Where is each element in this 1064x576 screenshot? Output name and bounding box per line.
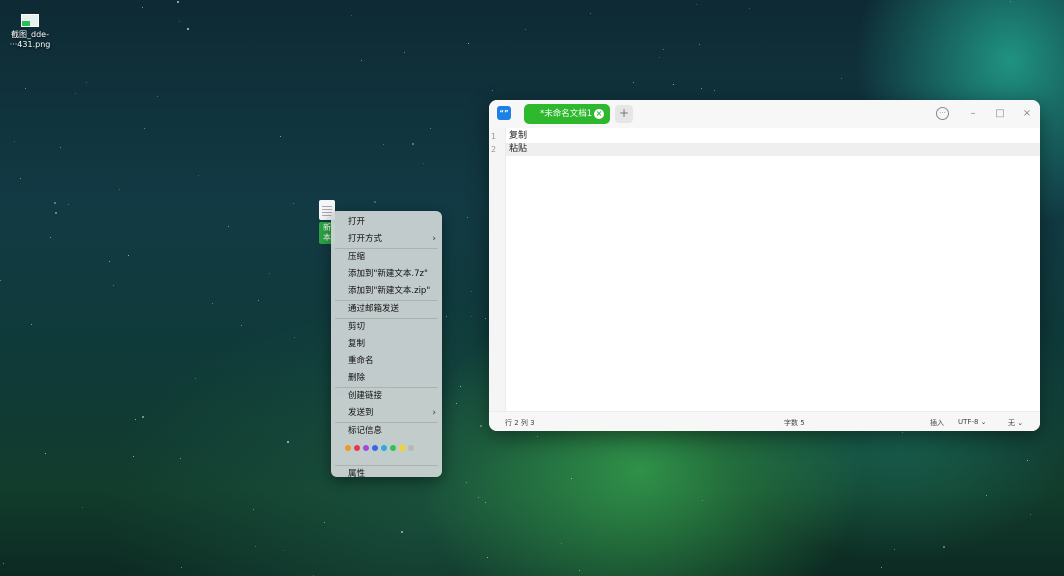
line-number: 2 xyxy=(491,145,497,154)
insert-mode[interactable]: 插入 xyxy=(930,418,944,428)
menu-item-add-to-zip[interactable]: 添加到"新建文本.zip" xyxy=(331,283,442,300)
line-number-gutter: 1 2 xyxy=(489,128,506,411)
menu-item-label: 添加到"新建文本.zip" xyxy=(348,286,431,296)
encoding-label: UTF-8 xyxy=(958,418,979,426)
chevron-down-icon: ⌄ xyxy=(980,418,987,426)
tab-close-icon[interactable]: × xyxy=(594,109,604,119)
tag-color-dot[interactable] xyxy=(390,444,396,451)
tag-color-dot[interactable] xyxy=(354,444,360,451)
tag-color-dot[interactable] xyxy=(345,444,351,451)
titlebar: “” *未命名文档1 × + ··· – □ × xyxy=(489,100,1040,128)
menu-item-label: 发送到 xyxy=(348,408,374,418)
tag-color-dot[interactable] xyxy=(381,444,387,451)
menu-item-rename[interactable]: 重命名 xyxy=(331,353,442,370)
menu-item-label: 压缩 xyxy=(348,252,366,262)
highlight-dropdown[interactable]: 无 ⌄ xyxy=(1008,418,1023,428)
tag-color-row xyxy=(331,440,442,455)
menu-item-label: 属性 xyxy=(348,469,366,479)
image-file-icon xyxy=(21,14,39,27)
menu-item-open[interactable]: 打开 xyxy=(331,214,442,231)
add-tab-button[interactable]: + xyxy=(615,105,633,123)
tab-label: *未命名文档1 xyxy=(540,109,593,119)
menu-item-label: 打开 xyxy=(348,217,366,227)
editor-area[interactable]: 1 2 复制 粘贴 xyxy=(489,128,1040,411)
tag-color-dot[interactable] xyxy=(399,444,405,451)
menu-item-tag-info[interactable]: 标记信息 xyxy=(331,423,442,440)
tag-color-dot[interactable] xyxy=(372,444,378,451)
char-count: 字数 5 xyxy=(784,419,805,427)
chevron-down-icon: ⌄ xyxy=(1017,419,1024,427)
maximize-icon[interactable]: □ xyxy=(992,107,1008,121)
text-editor-window: “” *未命名文档1 × + ··· – □ × 1 2 复制 粘贴 行 2 列… xyxy=(489,100,1040,431)
menu-item-label: 剪切 xyxy=(348,322,366,332)
desktop-file-label-line2: ···431.png xyxy=(9,40,51,49)
menu-item-label: 删除 xyxy=(348,373,366,383)
window-menu-icon[interactable]: ··· xyxy=(936,107,949,120)
tab-untitled-document[interactable]: *未命名文档1 × xyxy=(524,104,610,124)
submenu-arrow-icon: › xyxy=(432,408,436,418)
context-menu: 打开 打开方式 › 压缩 添加到"新建文本.7z" 添加到"新建文本.zip" 通… xyxy=(331,211,442,479)
menu-item-compress[interactable]: 压缩 xyxy=(331,249,442,266)
desktop-file-screenshot[interactable]: 截图_dde- ···431.png xyxy=(10,14,50,50)
close-icon[interactable]: × xyxy=(1019,107,1035,121)
tag-color-dot[interactable] xyxy=(408,444,414,451)
menu-item-delete[interactable]: 删除 xyxy=(331,370,442,387)
text-line[interactable]: 复制 xyxy=(506,130,1040,143)
menu-item-label: 打开方式 xyxy=(348,234,383,244)
text-line-current[interactable]: 粘贴 xyxy=(506,143,1040,156)
menu-item-label: 复制 xyxy=(348,339,366,349)
menu-item-label: 创建链接 xyxy=(348,391,383,401)
text-content[interactable]: 复制 粘贴 xyxy=(506,130,1040,156)
submenu-arrow-icon: › xyxy=(432,234,436,244)
minimize-icon[interactable]: – xyxy=(965,107,981,121)
menu-item-copy[interactable]: 复制 xyxy=(331,336,442,353)
highlight-label: 无 xyxy=(1008,419,1015,427)
menu-item-send-by-email[interactable]: 通过邮箱发送 xyxy=(331,301,442,318)
menu-item-create-link[interactable]: 创建链接 xyxy=(331,388,442,405)
editor-app-icon: “” xyxy=(497,106,511,120)
line-number: 1 xyxy=(491,132,497,141)
status-bar: 行 2 列 3 字数 5 插入 UTF-8 ⌄ 无 ⌄ xyxy=(489,411,1040,431)
tag-color-dot[interactable] xyxy=(363,444,369,451)
menu-item-label: 重命名 xyxy=(348,356,374,366)
cursor-position: 行 2 列 3 xyxy=(505,419,535,427)
menu-item-send-to[interactable]: 发送到 › xyxy=(331,405,442,422)
menu-item-add-to-7z[interactable]: 添加到"新建文本.7z" xyxy=(331,266,442,283)
menu-item-cut[interactable]: 剪切 xyxy=(331,319,442,336)
menu-item-label: 标记信息 xyxy=(348,426,383,436)
encoding-dropdown[interactable]: UTF-8 ⌄ xyxy=(958,418,987,426)
menu-item-properties[interactable]: 属性 xyxy=(331,466,442,483)
menu-item-label: 通过邮箱发送 xyxy=(348,304,400,314)
desktop-file-label-line1: 截图_dde- xyxy=(11,30,49,39)
menu-item-label: 添加到"新建文本.7z" xyxy=(348,269,428,279)
menu-item-open-with[interactable]: 打开方式 › xyxy=(331,231,442,248)
